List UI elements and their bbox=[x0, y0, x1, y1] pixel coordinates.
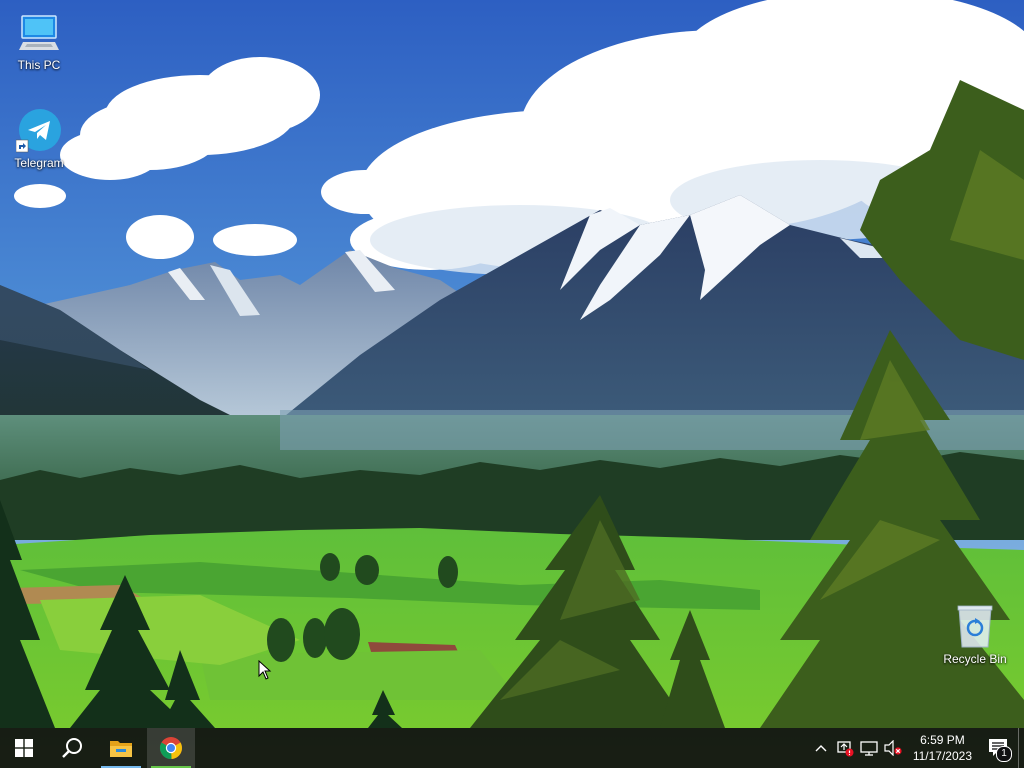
show-desktop-button[interactable] bbox=[1018, 728, 1024, 768]
recycle-bin-icon bbox=[951, 604, 999, 650]
desktop-icon-label: Recycle Bin bbox=[943, 652, 1007, 666]
taskbar-app-chrome[interactable] bbox=[147, 728, 195, 768]
action-center-button[interactable]: 1 bbox=[980, 728, 1018, 768]
file-explorer-icon bbox=[110, 741, 132, 757]
show-hidden-icons-button[interactable] bbox=[809, 728, 833, 768]
desktop-icon-telegram[interactable]: Telegram bbox=[1, 108, 77, 170]
windows-start-icon bbox=[15, 739, 33, 757]
system-tray: 6:59 PM 11/17/2023 1 bbox=[809, 728, 1024, 768]
desktop-icon-recycle-bin[interactable]: Recycle Bin bbox=[937, 604, 1013, 666]
desktop-wallpaper bbox=[0, 0, 1024, 768]
mouse-cursor-icon bbox=[258, 660, 272, 680]
taskbar-clock[interactable]: 6:59 PM 11/17/2023 bbox=[905, 728, 980, 768]
this-pc-icon bbox=[15, 10, 63, 56]
network-icon bbox=[860, 741, 878, 756]
desktop-icon-this-pc[interactable]: This PC bbox=[1, 10, 77, 72]
notification-count-badge: 1 bbox=[996, 746, 1012, 762]
volume-tray-button[interactable] bbox=[881, 728, 905, 768]
taskbar-app-file-explorer[interactable] bbox=[97, 728, 145, 768]
search-button[interactable] bbox=[48, 728, 96, 768]
telegram-icon bbox=[15, 108, 63, 154]
start-button[interactable] bbox=[0, 728, 48, 768]
desktop-icon-label: This PC bbox=[17, 58, 61, 72]
search-icon bbox=[62, 738, 82, 758]
chevron-up-icon bbox=[815, 745, 827, 752]
desktop-icon-label: Telegram bbox=[14, 156, 64, 170]
security-tray-button[interactable] bbox=[833, 728, 857, 768]
chrome-icon bbox=[160, 737, 182, 760]
clock-time: 6:59 PM bbox=[920, 733, 965, 747]
clock-date: 11/17/2023 bbox=[912, 749, 972, 763]
desktop[interactable]: This PC Telegram Recycle Bin 6:59 PM 11/… bbox=[0, 0, 1024, 768]
volume-muted-icon bbox=[884, 740, 902, 756]
network-tray-button[interactable] bbox=[857, 728, 881, 768]
security-warning-icon bbox=[837, 741, 854, 757]
taskbar: 6:59 PM 11/17/2023 1 bbox=[0, 728, 1024, 768]
